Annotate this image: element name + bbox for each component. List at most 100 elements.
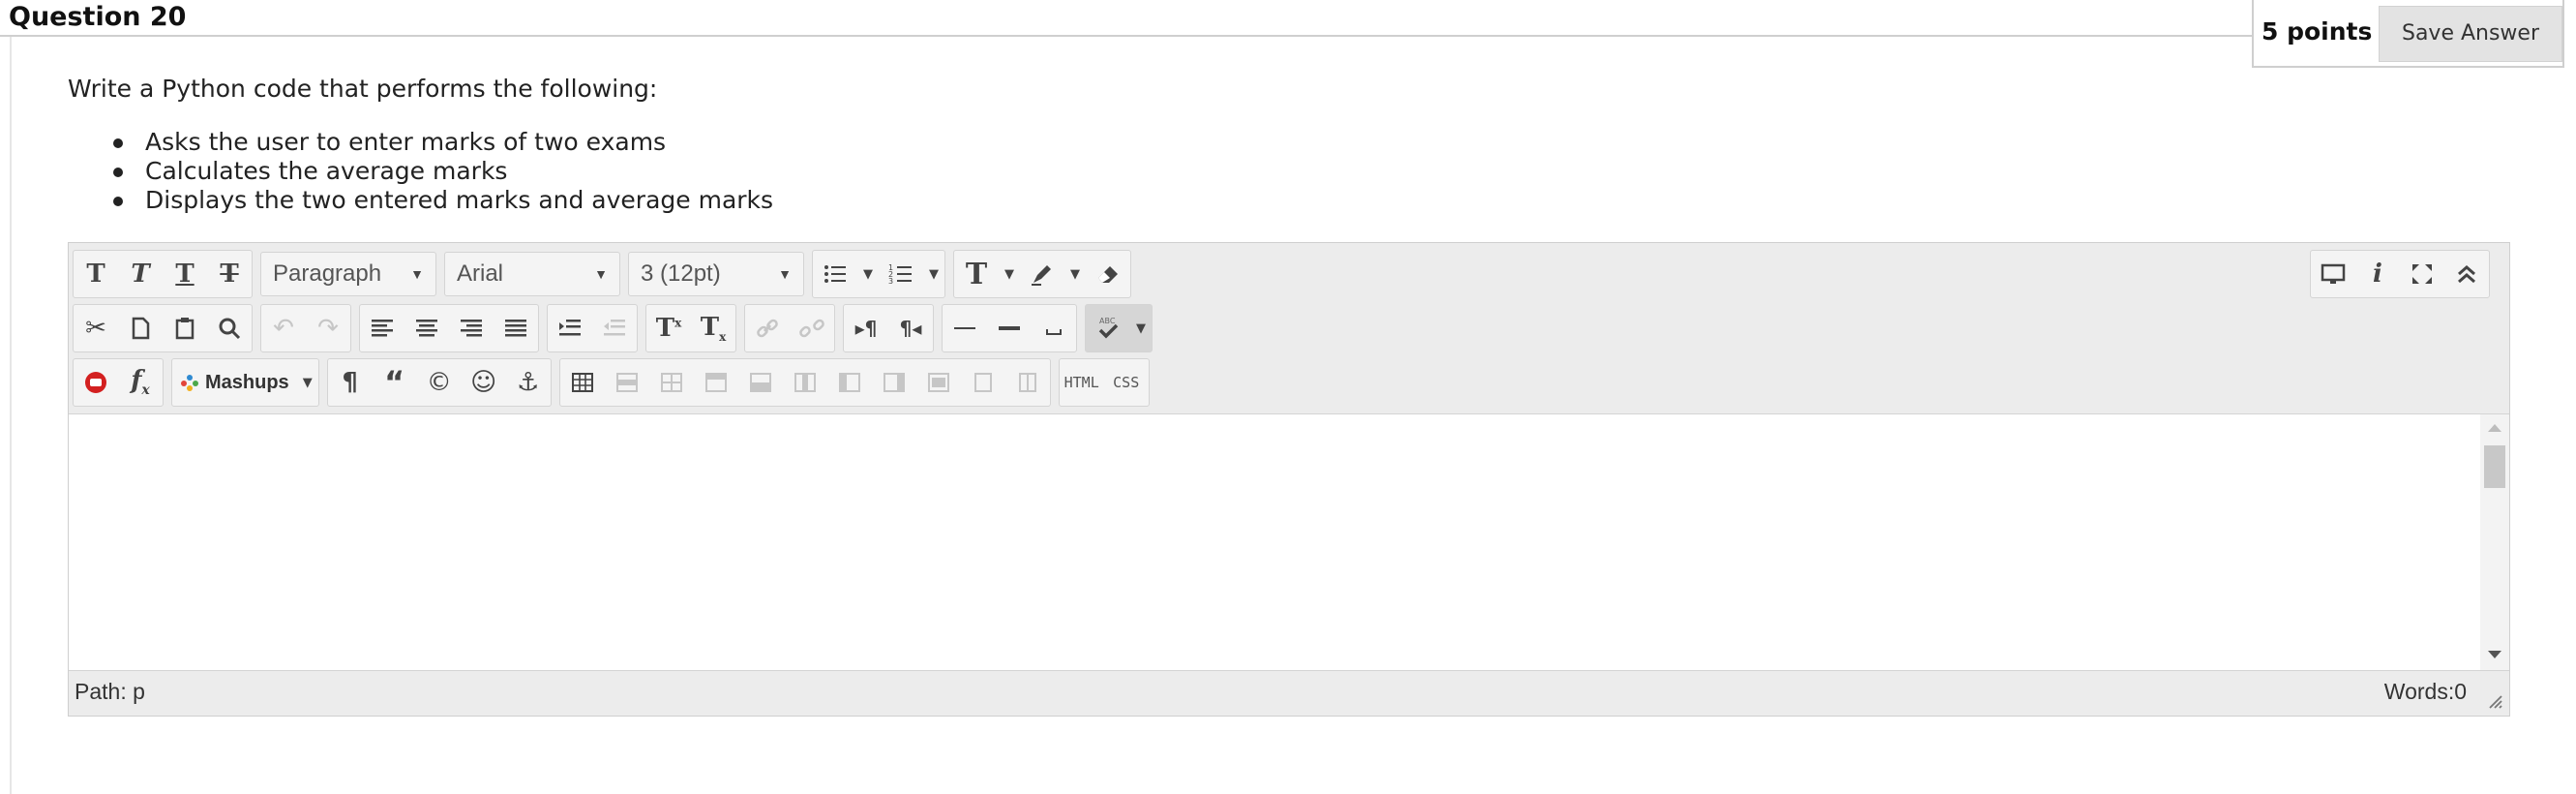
mashups-icon [181, 375, 198, 391]
align-center-icon[interactable] [404, 306, 449, 351]
html-button[interactable]: HTML [1060, 360, 1104, 405]
svg-text:ABC: ABC [1099, 317, 1116, 325]
table-split-icon[interactable] [872, 360, 916, 405]
table-props-icon[interactable] [1005, 360, 1050, 405]
svg-text:3: 3 [888, 277, 893, 286]
highlight-icon[interactable] [1020, 252, 1064, 296]
font-select-value: Arial [457, 260, 504, 287]
emoticon-icon[interactable]: ☺ [462, 360, 506, 405]
chevron-down-icon[interactable]: ▼ [1130, 306, 1152, 351]
element-path: Path: p [75, 679, 145, 704]
link-icon[interactable] [745, 306, 790, 351]
horizontal-rule-icon[interactable] [943, 306, 987, 351]
bold-icon[interactable]: T [74, 252, 118, 296]
table-col-before-icon[interactable] [738, 360, 783, 405]
ltr-icon[interactable]: ▸¶ [844, 306, 888, 351]
chevron-down-icon: ▼ [778, 266, 792, 282]
chevron-down-icon[interactable]: ▼ [999, 252, 1020, 296]
chevron-down-icon[interactable]: ▼ [857, 252, 879, 296]
thick-rule-icon[interactable] [987, 306, 1032, 351]
strikethrough-icon[interactable]: T [207, 252, 252, 296]
table-delete-col-icon[interactable] [827, 360, 872, 405]
question-title: Question 20 [9, 2, 187, 32]
align-right-icon[interactable] [449, 306, 494, 351]
fullscreen-icon[interactable] [2400, 252, 2444, 296]
paragraph-mark-icon[interactable]: ¶ [328, 360, 373, 405]
preview-icon[interactable] [2311, 252, 2355, 296]
code-group: HTML CSS [1058, 358, 1150, 407]
text-color-icon[interactable]: T [954, 252, 999, 296]
font-size-select[interactable]: 3 (12pt) ▼ [628, 252, 804, 296]
mashups-button[interactable]: Mashups [172, 360, 297, 405]
redo-icon[interactable]: ↷ [306, 306, 350, 351]
nonbreaking-space-icon[interactable] [1032, 306, 1076, 351]
blockquote-icon[interactable]: “ [373, 360, 417, 405]
formula-icon[interactable]: fx [118, 360, 163, 405]
html-label: HTML [1063, 374, 1099, 391]
indent-icon[interactable] [548, 306, 592, 351]
format-select-value: Paragraph [273, 260, 382, 287]
link-group [744, 304, 835, 352]
justify-icon[interactable] [494, 306, 538, 351]
direction-group: ▸¶ ¶◂ [843, 304, 934, 352]
scroll-down-icon[interactable] [2488, 651, 2501, 658]
info-icon[interactable]: i [2355, 252, 2400, 296]
rich-text-editor: T T T T Paragraph ▼ Arial ▼ 3 (12pt) ▼ ▼ 12… [68, 242, 2510, 717]
underline-icon[interactable]: T [163, 252, 207, 296]
spellcheck-icon[interactable]: ABC [1086, 306, 1130, 351]
outdent-icon[interactable] [592, 306, 637, 351]
color-group: T ▼ ▼ [953, 250, 1131, 298]
table-icon[interactable] [560, 360, 605, 405]
points-label: 5 points [2261, 17, 2373, 46]
history-group: ↶ ↷ [260, 304, 351, 352]
unlink-icon[interactable] [790, 306, 834, 351]
chevron-down-icon[interactable]: ▼ [297, 360, 318, 405]
table-cell-props-icon[interactable] [961, 360, 1005, 405]
format-select[interactable]: Paragraph ▼ [260, 252, 436, 296]
find-icon[interactable] [207, 306, 252, 351]
editor-toolbar: T T T T Paragraph ▼ Arial ▼ 3 (12pt) ▼ ▼ 12… [69, 243, 2509, 413]
numbered-list-icon[interactable]: 123 [879, 252, 923, 296]
scroll-up-icon[interactable] [2488, 424, 2501, 432]
resize-grip-icon[interactable] [2486, 692, 2503, 710]
mashups-label: Mashups [205, 371, 289, 393]
clipboard-group: ✂ [73, 304, 253, 352]
chevron-down-icon[interactable]: ▼ [923, 252, 944, 296]
youtube-icon[interactable] [74, 360, 118, 405]
table-merge-icon[interactable] [916, 360, 961, 405]
superscript-icon[interactable]: Tx [646, 306, 691, 351]
font-select[interactable]: Arial ▼ [444, 252, 620, 296]
anchor-icon[interactable]: ⚓ [506, 360, 551, 405]
scroll-thumb[interactable] [2484, 445, 2505, 488]
cut-icon[interactable]: ✂ [74, 306, 118, 351]
table-delete-row-icon[interactable] [694, 360, 738, 405]
chevron-down-icon[interactable]: ▼ [1064, 252, 1086, 296]
editor-status-bar: Path: p Words:0 [69, 671, 2509, 716]
copy-icon[interactable] [118, 306, 163, 351]
insert-group [942, 304, 1077, 352]
question-left-border [10, 37, 12, 794]
symbols-group: ¶ “ © ☺ ⚓ [326, 358, 552, 407]
spellcheck-group: ABC ▼ [1085, 304, 1153, 352]
table-row-before-icon[interactable] [605, 360, 649, 405]
view-group: i [2310, 250, 2490, 298]
bullet-list-icon[interactable] [813, 252, 857, 296]
requirements-list: Asks the user to enter marks of two exam… [68, 128, 773, 215]
subscript-icon[interactable]: Tx [691, 306, 735, 351]
copyright-icon[interactable]: © [417, 360, 462, 405]
editor-content-area[interactable] [69, 413, 2509, 671]
editor-scrollbar[interactable] [2480, 414, 2509, 670]
css-button[interactable]: CSS [1104, 360, 1149, 405]
italic-icon[interactable]: T [118, 252, 163, 296]
rtl-icon[interactable]: ¶◂ [888, 306, 933, 351]
align-left-icon[interactable] [360, 306, 404, 351]
paste-icon[interactable] [163, 306, 207, 351]
script-group: Tx Tx [645, 304, 736, 352]
collapse-icon[interactable] [2444, 252, 2489, 296]
save-answer-button[interactable]: Save Answer [2379, 6, 2562, 62]
undo-icon[interactable]: ↶ [261, 306, 306, 351]
alignment-group [359, 304, 539, 352]
table-col-after-icon[interactable] [783, 360, 827, 405]
eraser-icon[interactable] [1086, 252, 1130, 296]
table-row-after-icon[interactable] [649, 360, 694, 405]
